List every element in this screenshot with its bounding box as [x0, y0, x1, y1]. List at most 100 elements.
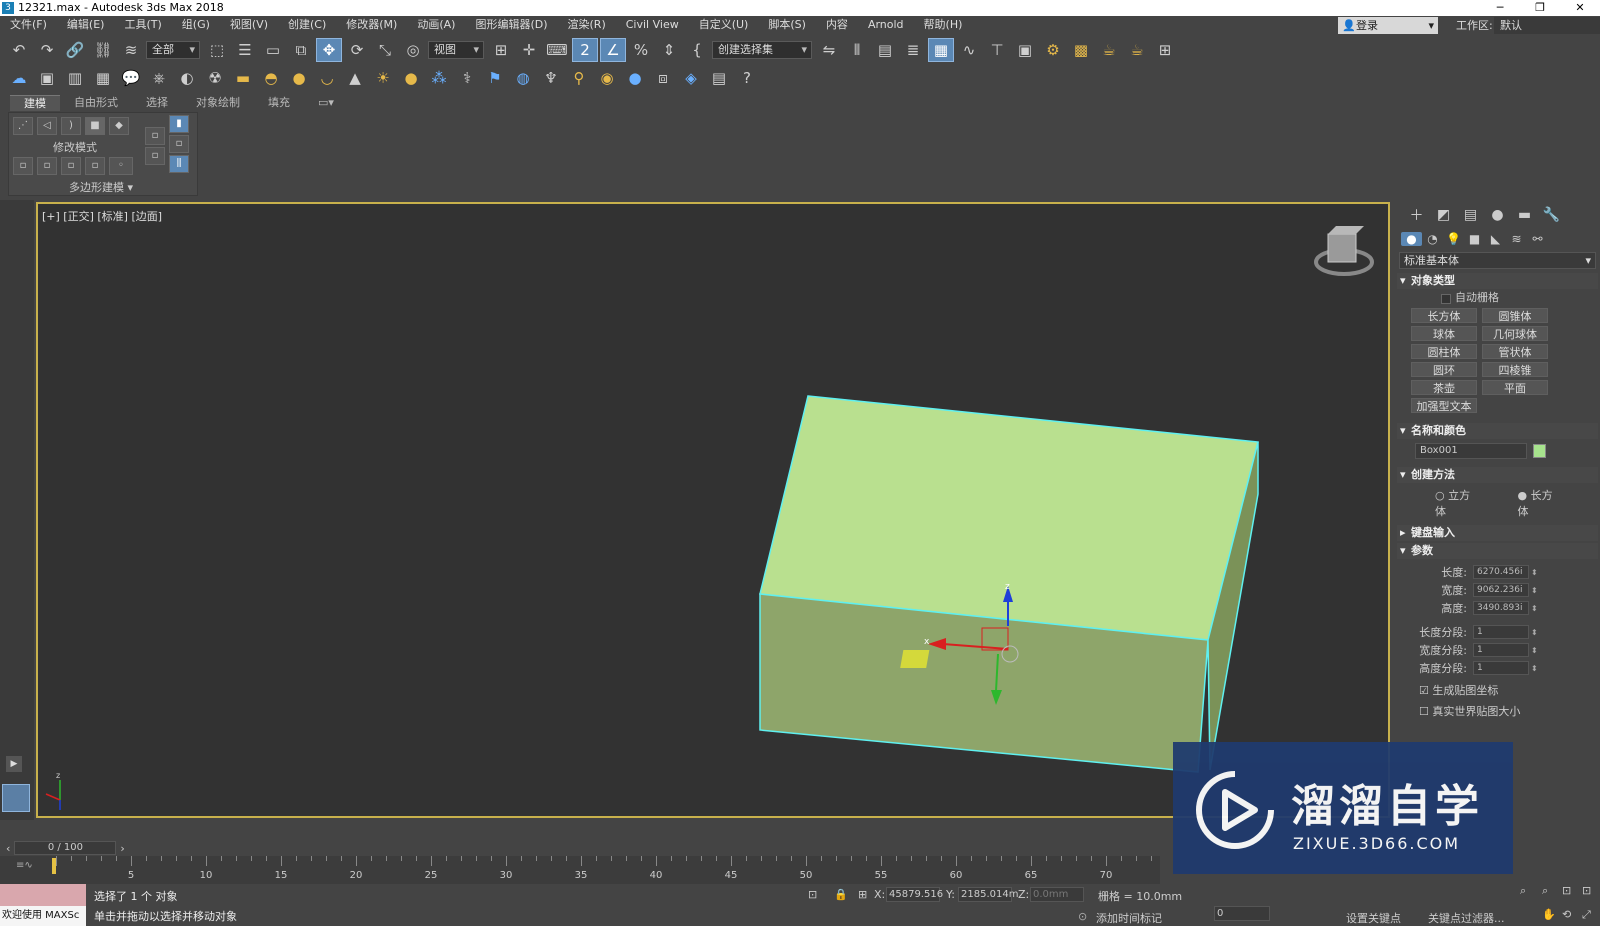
- object-color-swatch[interactable]: [1533, 444, 1546, 458]
- teapot-icon[interactable]: ☁: [6, 66, 32, 90]
- window-crossing-icon[interactable]: ⧉: [288, 38, 314, 62]
- render-production-icon[interactable]: ☕: [1096, 38, 1122, 62]
- tool-b-icon[interactable]: ▫: [37, 157, 57, 175]
- poly-modeling-label[interactable]: 多边形建模 ▾: [69, 179, 133, 195]
- rollout-object-type[interactable]: 对象类型: [1397, 273, 1598, 289]
- ball-icon[interactable]: ●: [398, 66, 424, 90]
- helpers-icon[interactable]: ◣: [1485, 232, 1506, 246]
- isolate-icon[interactable]: ⊡: [808, 888, 817, 901]
- select-object-icon[interactable]: ⬚: [204, 38, 230, 62]
- prev-frame-icon[interactable]: ‹: [6, 842, 10, 855]
- shapes-icon[interactable]: ◔: [1422, 232, 1443, 246]
- track-bar[interactable]: ≡∿ 5 10 15 20 25 30 35 40 45 50 55 60 65 70: [0, 856, 1160, 884]
- bind-space-warp-icon[interactable]: ≋: [118, 38, 144, 62]
- spinner-icon[interactable]: ⬍: [1531, 586, 1538, 595]
- snaps-toggle-icon[interactable]: 2: [572, 38, 598, 62]
- vertex-mode-icon[interactable]: ⋰: [13, 117, 33, 135]
- menu-modifiers[interactable]: 修改器(M): [336, 16, 407, 34]
- spinner-icon[interactable]: ⬍: [1531, 604, 1538, 613]
- maxscript-mini[interactable]: 欢迎使用 MAXSc: [0, 906, 86, 926]
- element-mode-icon[interactable]: ◆: [109, 117, 129, 135]
- rollout-name-color[interactable]: 名称和颜色: [1397, 423, 1598, 439]
- textplus-button[interactable]: 加强型文本: [1411, 398, 1477, 413]
- gen-mapping-checkbox[interactable]: ☑ 生成贴图坐标: [1419, 681, 1600, 700]
- rollout-creation-method[interactable]: 创建方法: [1397, 467, 1598, 483]
- login-dropdown[interactable]: 👤 登录 ▾: [1338, 17, 1438, 34]
- arnold-icon[interactable]: ◈: [678, 66, 704, 90]
- tool-e-icon[interactable]: ◦: [109, 157, 133, 175]
- pan-icon[interactable]: ✋: [1542, 908, 1556, 921]
- zoom-extents-icon[interactable]: ⊡: [1562, 884, 1571, 897]
- viewport-perspective[interactable]: [+] [正交] [标准] [边面] z x z: [36, 202, 1390, 818]
- reference-coord-dropdown[interactable]: 视图: [428, 41, 484, 59]
- cylinder-button[interactable]: 圆柱体: [1411, 344, 1477, 359]
- projection-icon[interactable]: ☢: [202, 66, 228, 90]
- utilities-tab-icon[interactable]: 🔧: [1538, 207, 1565, 223]
- bowl-icon[interactable]: ◡: [314, 66, 340, 90]
- length-segs-field[interactable]: 1: [1473, 625, 1529, 639]
- box-icon[interactable]: ▬: [230, 66, 256, 90]
- tube-button[interactable]: 管状体: [1482, 344, 1548, 359]
- menu-customize[interactable]: 自定义(U): [689, 16, 759, 34]
- schematic-view-icon[interactable]: ⊤: [984, 38, 1010, 62]
- maximize-viewport-icon[interactable]: ⤢: [1582, 908, 1591, 922]
- play-icon[interactable]: ▶: [6, 756, 22, 772]
- figure-icon[interactable]: ⚑: [482, 66, 508, 90]
- border-mode-icon[interactable]: ): [61, 117, 81, 135]
- pin-stack-icon[interactable]: ▮: [169, 115, 189, 133]
- spinner-icon[interactable]: ⬍: [1531, 568, 1538, 577]
- globe-icon[interactable]: ◍: [510, 66, 536, 90]
- mixed-icon[interactable]: ⧈: [650, 66, 676, 90]
- select-by-name-icon[interactable]: ☰: [232, 38, 258, 62]
- absolute-mode-icon[interactable]: ⊞: [858, 888, 867, 901]
- layer-explorer-icon[interactable]: ≣: [900, 38, 926, 62]
- select-manipulate-icon[interactable]: ✛: [516, 38, 542, 62]
- percent-snap-icon[interactable]: %: [628, 38, 654, 62]
- spinner-icon[interactable]: ⬍: [1531, 628, 1538, 637]
- plane-button[interactable]: 平面: [1482, 380, 1548, 395]
- zoom-all-icon[interactable]: ⌕: [1542, 884, 1548, 898]
- width-segs-field[interactable]: 1: [1473, 643, 1529, 657]
- stack-up-icon[interactable]: ▫: [145, 127, 165, 145]
- ribbon-options-icon[interactable]: ▭▾: [304, 95, 348, 111]
- panel-icon[interactable]: ▥: [62, 66, 88, 90]
- radio-cube[interactable]: ○ 立方体: [1435, 487, 1496, 519]
- select-move-icon[interactable]: ✥: [316, 38, 342, 62]
- tab-selection[interactable]: 选择: [132, 95, 182, 111]
- help-icon[interactable]: ?: [734, 66, 760, 90]
- menu-animation[interactable]: 动画(A): [407, 16, 465, 34]
- edit-named-selection-icon[interactable]: {: [684, 38, 710, 62]
- geometry-icon[interactable]: ●: [1401, 232, 1422, 246]
- height-field[interactable]: 3490.893i: [1473, 601, 1529, 615]
- wood-icon[interactable]: ◉: [594, 66, 620, 90]
- menu-views[interactable]: 视图(V): [220, 16, 278, 34]
- orbit-icon[interactable]: ⟲: [1562, 908, 1571, 921]
- named-selection-dropdown[interactable]: 创建选择集: [712, 41, 812, 59]
- key-filters-button[interactable]: 关键点过滤器...: [1428, 910, 1505, 926]
- menu-group[interactable]: 组(G): [172, 16, 220, 34]
- render-queue-icon[interactable]: ▤: [706, 66, 732, 90]
- cone-button[interactable]: 圆锥体: [1482, 308, 1548, 323]
- viewcube-icon[interactable]: [1314, 226, 1374, 276]
- rendered-frame-icon[interactable]: ▩: [1068, 38, 1094, 62]
- height-segs-field[interactable]: 1: [1473, 661, 1529, 675]
- spinner-icon[interactable]: ⬍: [1531, 646, 1538, 655]
- geosphere-button[interactable]: 几何球体: [1482, 326, 1548, 341]
- show-end-icon[interactable]: ▫: [169, 135, 189, 153]
- hf-icon[interactable]: ⚲: [566, 66, 592, 90]
- workspace-dropdown[interactable]: 默认: [1494, 17, 1600, 34]
- menu-scripting[interactable]: 脚本(S): [758, 16, 816, 34]
- menu-tools[interactable]: 工具(T): [114, 16, 171, 34]
- material-editor-icon[interactable]: ▣: [1012, 38, 1038, 62]
- spinner-snap-icon[interactable]: ⇕: [656, 38, 682, 62]
- menu-content[interactable]: 内容: [816, 16, 858, 34]
- menu-help[interactable]: 帮助(H): [914, 16, 973, 34]
- set-key-button[interactable]: 设置关键点: [1346, 910, 1401, 926]
- curve-editor-icon[interactable]: ∿: [956, 38, 982, 62]
- pivot-center-icon[interactable]: ⊞: [488, 38, 514, 62]
- z-coord-field[interactable]: 0.0mm: [1030, 887, 1084, 902]
- spinner-icon[interactable]: ⬍: [1531, 664, 1538, 673]
- rollout-parameters[interactable]: 参数: [1397, 543, 1598, 559]
- mirror-icon[interactable]: ⇋: [816, 38, 842, 62]
- grid-panel-icon[interactable]: ▦: [90, 66, 116, 90]
